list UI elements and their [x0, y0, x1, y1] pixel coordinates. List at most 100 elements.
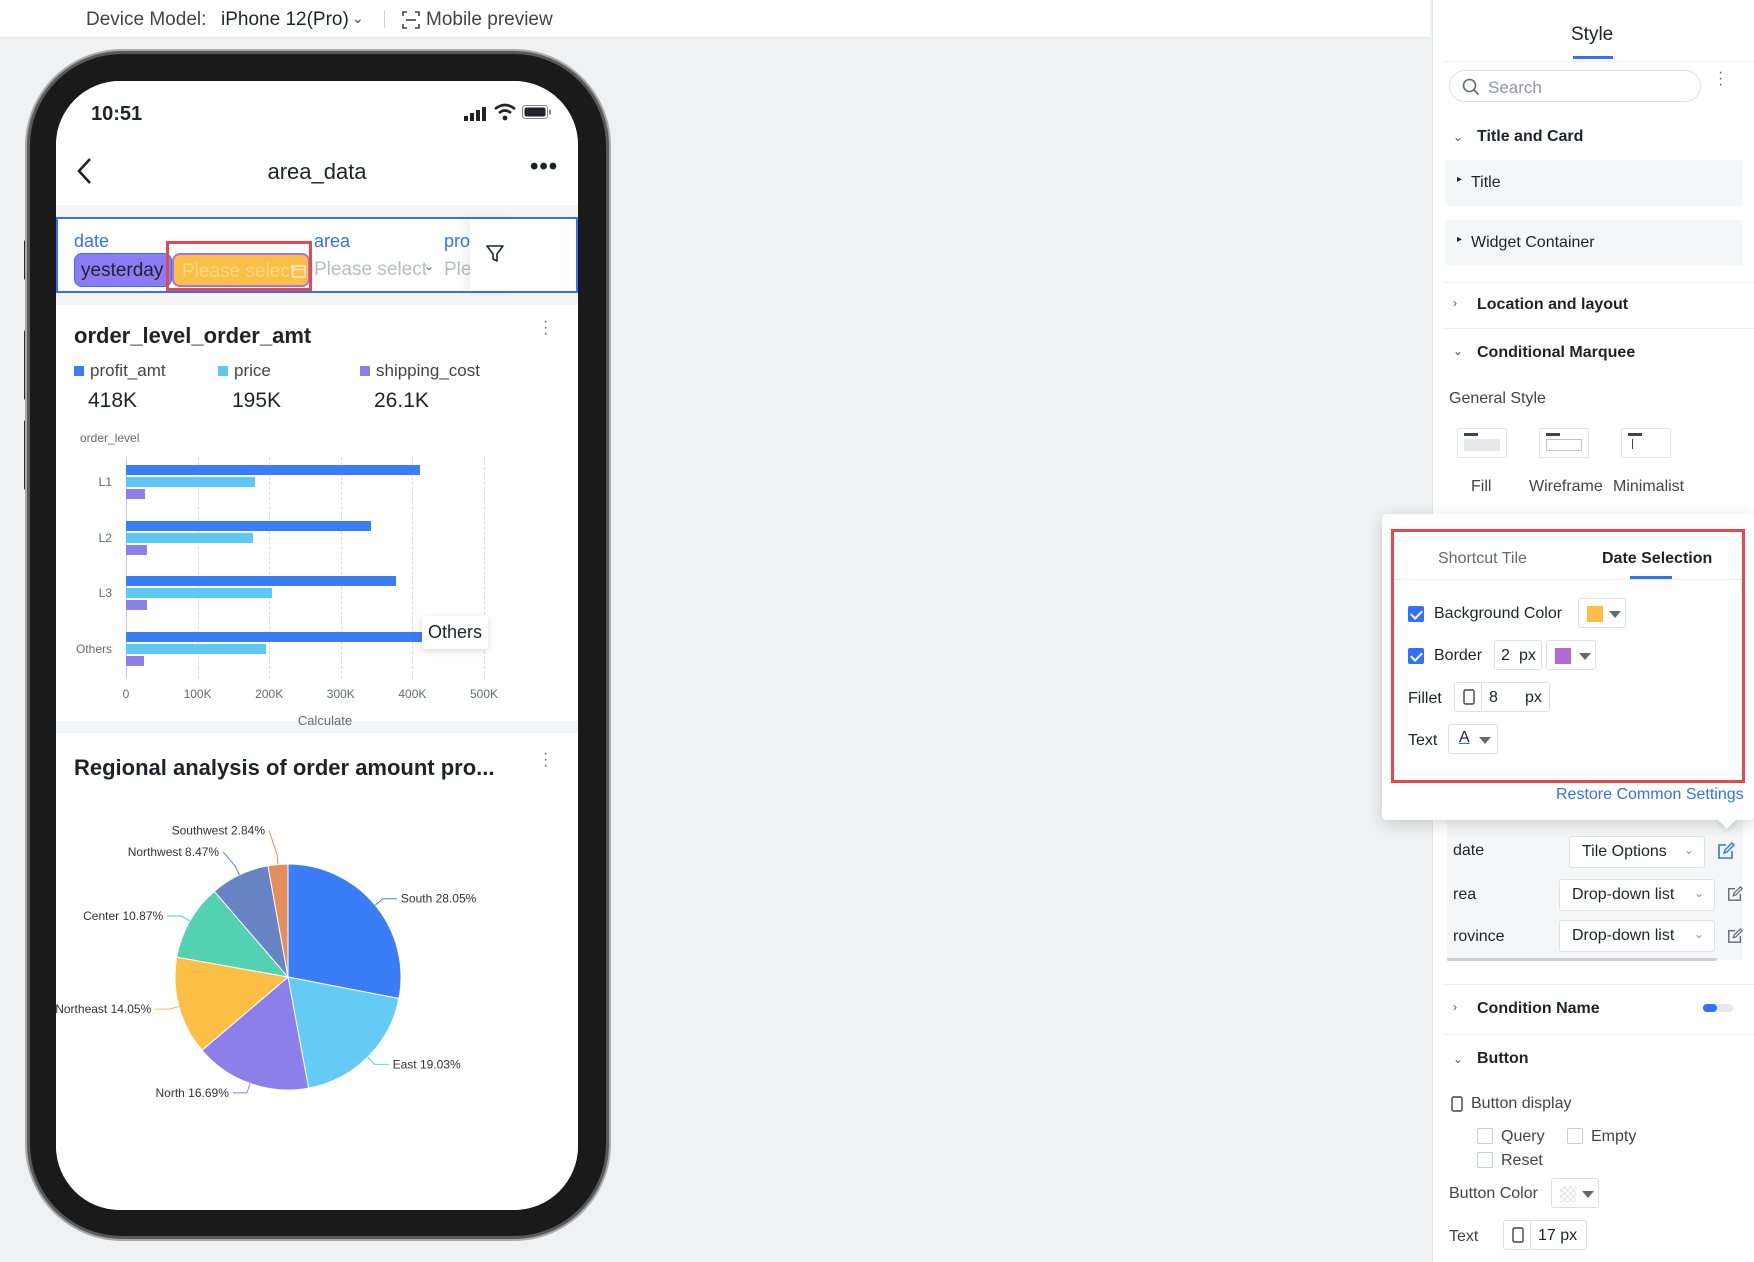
- bar-x-labels: 0 100K 200K 300K 400K 500K: [123, 687, 524, 705]
- date-chip-yesterday[interactable]: yesterday: [74, 253, 172, 287]
- checkbox-empty[interactable]: [1567, 1128, 1583, 1144]
- tab-style[interactable]: Style: [1571, 24, 1613, 46]
- border-width-input[interactable]: 2 px: [1494, 640, 1542, 670]
- section-conditional-marquee[interactable]: Conditional Marquee: [1477, 344, 1635, 362]
- style-wireframe-thumbnail[interactable]: [1539, 428, 1589, 458]
- bar-shipping_cost-L3[interactable]: [126, 600, 147, 610]
- bar-shipping_cost-L1[interactable]: [126, 489, 145, 499]
- mobile-preview-button[interactable]: Mobile preview: [426, 9, 553, 31]
- legend-swatch: [360, 366, 370, 376]
- bar-profit_amt-L3[interactable]: [126, 576, 396, 586]
- sub-section-widget-container[interactable]: ▸ Widget Container: [1445, 220, 1743, 266]
- bar-profit_amt-L1[interactable]: [126, 465, 420, 475]
- section-title-and-card[interactable]: Title and Card: [1477, 128, 1583, 146]
- field-control-area[interactable]: Drop-down list ⌄: [1559, 879, 1715, 911]
- border-color-picker[interactable]: [1546, 640, 1596, 670]
- bar-shipping_cost-L2[interactable]: [126, 544, 147, 555]
- style-fill-label: Fill: [1471, 478, 1492, 495]
- chevron-down-icon[interactable]: ⌄: [352, 10, 364, 27]
- chevron-right-icon[interactable]: ›: [1453, 296, 1457, 310]
- fillet-input[interactable]: 8 px: [1454, 682, 1550, 712]
- filter-icon[interactable]: [486, 245, 504, 263]
- field-control-date[interactable]: Tile Options ⌄: [1569, 836, 1705, 868]
- legend-swatch: [74, 366, 84, 376]
- section-button[interactable]: Button: [1477, 1050, 1529, 1068]
- divider: [384, 10, 385, 28]
- tab-date-selection[interactable]: Date Selection: [1602, 550, 1712, 568]
- device-model-select[interactable]: iPhone 12(Pro): [221, 9, 349, 31]
- bar-profit_amt-L2[interactable]: [126, 520, 371, 531]
- border-label: Border: [1434, 647, 1483, 664]
- x-tick-label: 400K: [398, 687, 427, 701]
- page-title: area_data: [267, 159, 367, 184]
- filter-button-area: [470, 219, 516, 291]
- chevron-down-icon: ⌄: [1694, 886, 1705, 900]
- x-tick-label: 100K: [183, 687, 212, 701]
- checkbox-reset[interactable]: [1477, 1152, 1493, 1168]
- field-control-province[interactable]: Drop-down list ⌄: [1559, 920, 1715, 952]
- divider: [1443, 61, 1754, 62]
- bar-price-L1[interactable]: [126, 477, 255, 487]
- bar-profit_amt-Others[interactable]: [126, 631, 425, 642]
- caret-down-icon: [1579, 653, 1591, 660]
- bar-price-L3[interactable]: [126, 588, 273, 598]
- bar-price-L2[interactable]: [126, 532, 253, 543]
- checkbox-reset-label: Reset: [1501, 1152, 1543, 1169]
- panel-more-icon[interactable]: · · ·: [1718, 65, 1723, 93]
- section-location-layout[interactable]: Location and layout: [1477, 296, 1628, 314]
- chevron-down-icon[interactable]: ⌄: [1453, 130, 1463, 144]
- edit-icon[interactable]: [1727, 886, 1743, 902]
- chevron-right-icon[interactable]: ›: [1453, 1000, 1457, 1014]
- general-style-label: General Style: [1449, 390, 1546, 407]
- triangle-right-icon: ▸: [1457, 234, 1463, 245]
- pro-select[interactable]: Ple: [444, 259, 471, 281]
- y-tick-label: L2: [98, 530, 112, 545]
- more-icon[interactable]: •••: [530, 153, 558, 181]
- bar-price-Others[interactable]: [126, 643, 266, 654]
- filter-bar: date yesterday Please select area Please…: [56, 217, 578, 293]
- field-name-area: rea: [1453, 886, 1477, 903]
- metric-value: 195K: [232, 389, 282, 412]
- chevron-down-icon[interactable]: ⌄: [1453, 1052, 1463, 1066]
- style-minimalist-thumbnail[interactable]: [1621, 428, 1671, 458]
- checkbox-border[interactable]: [1408, 648, 1424, 664]
- sub-section-title[interactable]: ▸ Title: [1445, 160, 1743, 206]
- x-tick-label: 0: [122, 687, 130, 701]
- mobile-preview-icon[interactable]: [402, 11, 420, 29]
- area-select[interactable]: Please select: [314, 259, 427, 281]
- edit-icon[interactable]: [1717, 842, 1735, 860]
- pie-chart-card: Regional analysis of order amount pro...…: [56, 733, 578, 1210]
- pie-label: Northwest 8.47%: [128, 845, 220, 859]
- edit-icon[interactable]: [1727, 928, 1743, 944]
- color-swatch: [1587, 606, 1603, 622]
- background-color-picker[interactable]: [1578, 598, 1626, 628]
- pie-slice-south[interactable]: [287, 863, 402, 1000]
- caret-down-icon: [1582, 1191, 1594, 1198]
- style-minimalist-label: Minimalist: [1613, 478, 1685, 495]
- button-color-picker[interactable]: [1551, 1178, 1599, 1208]
- restore-common-settings-link[interactable]: Restore Common Settings: [1556, 786, 1744, 804]
- pie-leader-line: [374, 898, 397, 906]
- chevron-down-icon: ⌄: [424, 259, 435, 273]
- section-condition-name[interactable]: Condition Name: [1477, 1000, 1600, 1018]
- horizontal-scrollbar[interactable]: [1447, 958, 1717, 961]
- card-more-icon[interactable]: · · ·: [543, 314, 548, 342]
- checkbox-background-color[interactable]: [1408, 606, 1424, 622]
- tab-shortcut-tile[interactable]: Shortcut Tile: [1438, 550, 1527, 568]
- condition-name-toggle[interactable]: [1703, 1004, 1733, 1012]
- chevron-down-icon[interactable]: ⌄: [1453, 344, 1463, 358]
- sub-section-widget-container-label: Widget Container: [1471, 234, 1595, 251]
- metric-value: 418K: [88, 389, 138, 412]
- text-size-input[interactable]: 17 px: [1503, 1220, 1587, 1250]
- style-fill-thumbnail[interactable]: [1457, 428, 1507, 458]
- search-input[interactable]: Search: [1449, 70, 1701, 102]
- checkbox-query[interactable]: [1477, 1128, 1493, 1144]
- pie-label: North 16.69%: [155, 1086, 229, 1100]
- text-color-picker[interactable]: A: [1448, 724, 1498, 754]
- bar-shipping_cost-Others[interactable]: [126, 655, 144, 666]
- checkbox-query-label: Query: [1501, 1128, 1545, 1145]
- divider: [1443, 1034, 1754, 1035]
- signal-icon: [464, 107, 486, 121]
- pie-label: Southwest 2.84%: [172, 823, 266, 837]
- metric-price: price 195K: [218, 361, 281, 413]
